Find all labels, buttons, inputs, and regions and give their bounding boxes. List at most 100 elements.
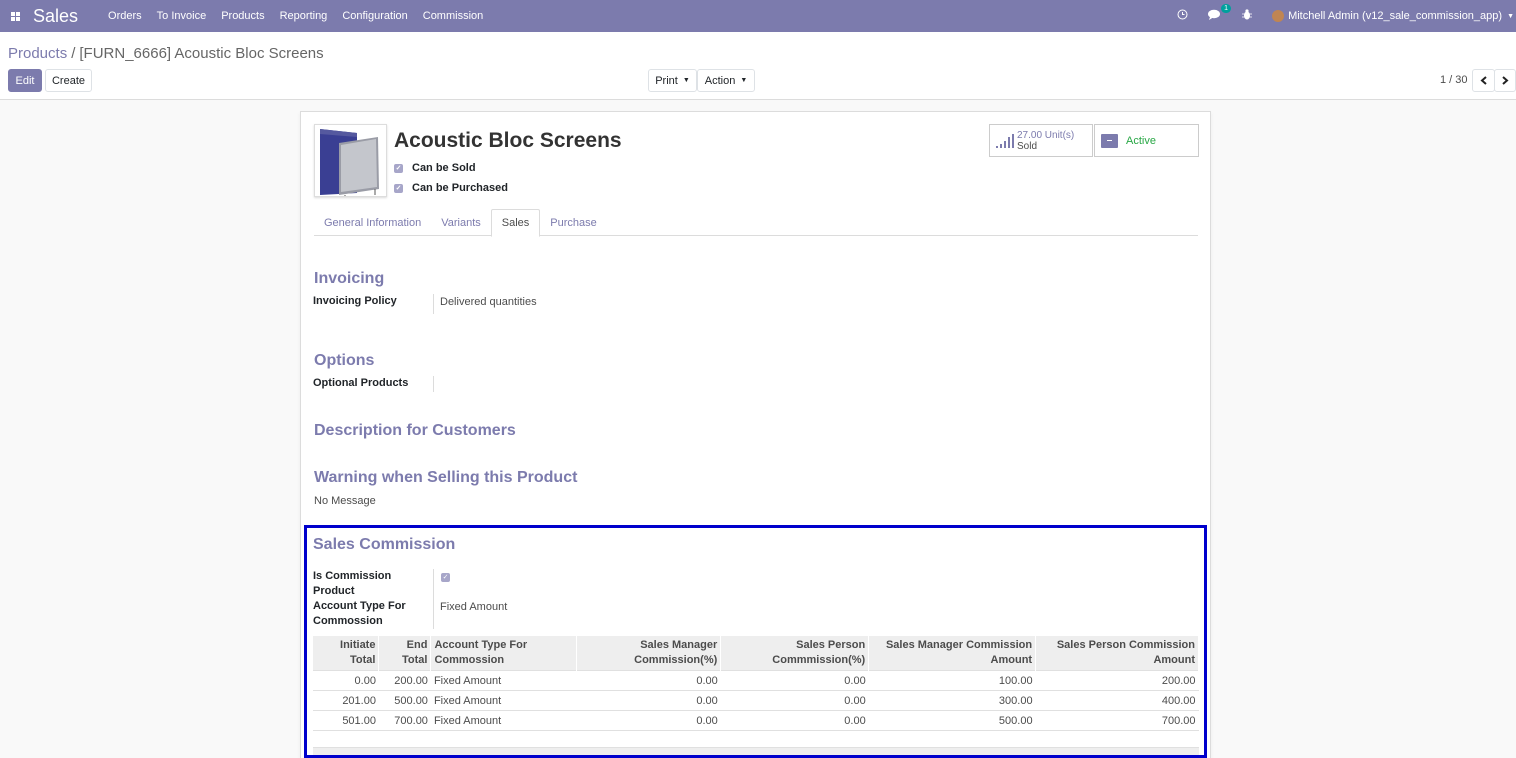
account-type-label: Account Type For Commossion [313,599,406,629]
notebook-tabs: General Information Variants Sales Purch… [314,209,1198,237]
column-header[interactable]: Sales Manager Commission(%) [576,636,722,671]
menu-reporting[interactable]: Reporting [280,10,328,22]
create-button[interactable]: Create [45,69,92,92]
column-header[interactable]: Account Type For Commossion [430,636,578,671]
field-divider [433,376,434,392]
chat-icon[interactable]: 1 [1208,4,1232,23]
pager-previous[interactable] [1472,69,1495,92]
invoicing-title: Invoicing [314,270,385,287]
table-cell: 0.00 [313,670,379,691]
chevron-left-icon [1479,76,1487,85]
product-image[interactable] [314,124,387,197]
can-be-sold-label: Can be Sold [412,162,476,174]
commission-table: Initiate Total End Total Account Type For C… [313,636,1199,731]
table-cell: 0.00 [720,670,869,691]
column-header[interactable]: Sales Manager Commission Amount [868,636,1037,671]
breadcrumb-current: [FURN_6666] Acoustic Bloc Screens [79,45,324,62]
invoicing-policy-label: Invoicing Policy [313,295,397,307]
table-row[interactable]: 501.00 700.00 Fixed Amount 0.00 0.00 500… [313,710,1199,731]
sales-commission-section: Sales Commission Is Commission Product ✓… [304,525,1207,758]
print-dropdown[interactable]: Print ▼ [648,69,697,92]
table-cell: 501.00 [313,710,379,731]
tab-purchase[interactable]: Purchase [540,209,606,236]
edit-button[interactable]: Edit [8,69,42,92]
account-type-label-line1: Account Type For [313,600,406,612]
is-commission-product-label: Is Commission Product [313,569,391,599]
menu-configuration[interactable]: Configuration [342,10,407,22]
app-name[interactable]: Sales [33,6,78,27]
action-dropdown[interactable]: Action ▼ [697,69,755,92]
tab-general-information[interactable]: General Information [314,209,431,236]
bar-chart-icon [996,133,1014,148]
sold-label: Sold [1017,140,1038,152]
sold-stat-button[interactable]: 27.00 Unit(s) Sold [989,124,1093,157]
chevron-right-icon [1502,76,1509,85]
archive-icon [1101,133,1118,148]
is-commission-product-checkbox[interactable]: ✓ [441,573,450,582]
table-cell: 400.00 [1035,690,1199,711]
column-header[interactable]: Initiate Total [313,636,380,671]
sold-units-value: 27.00 Unit(s) [1017,129,1075,141]
description-for-customers-title: Description for Customers [314,422,516,439]
pager-next[interactable] [1494,69,1516,92]
menu-commission[interactable]: Commission [423,10,484,22]
create-button-label: Create [51,74,86,87]
action-label: Action [704,74,736,87]
table-cell: 200.00 [378,670,431,691]
field-divider [433,569,434,629]
tab-sales[interactable]: Sales [490,209,541,237]
can-be-purchased-label: Can be Purchased [412,182,508,194]
table-cell: 0.00 [576,690,721,711]
is-commission-label-line2: Product [313,585,355,597]
chat-badge: 1 [1221,4,1232,13]
caret-down-icon: ▼ [740,77,748,84]
can-be-sold-checkbox[interactable]: ✓ [394,163,403,173]
table-cell: 0.00 [576,670,721,691]
caret-down-icon: ▼ [682,77,690,84]
field-divider [433,294,434,314]
table-header-row: Initiate Total End Total Account Type For C… [313,636,1199,671]
breadcrumb: Products / [FURN_6666] Acoustic Bloc Scree… [8,45,324,62]
chevron-down-icon[interactable]: ▼ [1507,13,1514,20]
column-header[interactable]: Sales Person Commmission(%) [720,636,870,671]
menu-products[interactable]: Products [221,10,264,22]
menu-to-invoice[interactable]: To Invoice [157,10,207,22]
table-cell: 0.00 [576,710,721,731]
tab-variants[interactable]: Variants [431,209,491,236]
avatar[interactable] [1272,10,1285,22]
column-header[interactable]: End Total [378,636,432,671]
can-be-purchased-row: ✓ Can be Purchased [394,182,508,194]
options-title: Options [314,352,375,369]
product-name: Acoustic Bloc Screens [394,129,622,152]
control-panel: Products / [FURN_6666] Acoustic Bloc Scree… [0,32,1516,100]
active-toggle-button[interactable]: Active [1094,124,1199,157]
invoicing-policy-value[interactable]: Delivered quantities [440,296,537,308]
table-footer [313,747,1199,755]
table-cell: 0.00 [720,690,869,711]
optional-products-label: Optional Products [313,377,409,389]
table-cell: 300.00 [868,690,1036,711]
account-type-label-line2: Commossion [313,615,383,627]
table-cell: 700.00 [378,710,431,731]
breadcrumb-separator: / [71,45,76,62]
table-row[interactable]: 0.00 200.00 Fixed Amount 0.00 0.00 100.0… [313,670,1199,691]
warning-value[interactable]: No Message [314,494,376,509]
account-type-value[interactable]: Fixed Amount [440,601,507,613]
menu-orders[interactable]: Orders [108,10,142,22]
can-be-purchased-checkbox[interactable]: ✓ [394,183,403,193]
table-cell: Fixed Amount [430,690,577,711]
apps-icon[interactable] [0,0,30,32]
pager-value[interactable]: 1 / 30 [1440,74,1468,86]
table-cell: 500.00 [868,710,1036,731]
breadcrumb-products-link[interactable]: Products [8,45,67,62]
clock-icon[interactable] [1177,9,1188,23]
table-cell: Fixed Amount [430,670,577,691]
table-cell: Fixed Amount [430,710,577,731]
top-navbar: Sales Orders To Invoice Products Reporti… [0,0,1516,32]
table-cell: 200.00 [1035,670,1199,691]
column-header[interactable]: Sales Person Commission Amount [1035,636,1199,671]
table-row[interactable]: 201.00 500.00 Fixed Amount 0.00 0.00 300… [313,690,1199,711]
warning-title: Warning when Selling this Product [314,469,578,486]
user-name[interactable]: Mitchell Admin (v12_sale_commission_app) [1288,10,1502,22]
bug-icon[interactable] [1242,9,1253,23]
